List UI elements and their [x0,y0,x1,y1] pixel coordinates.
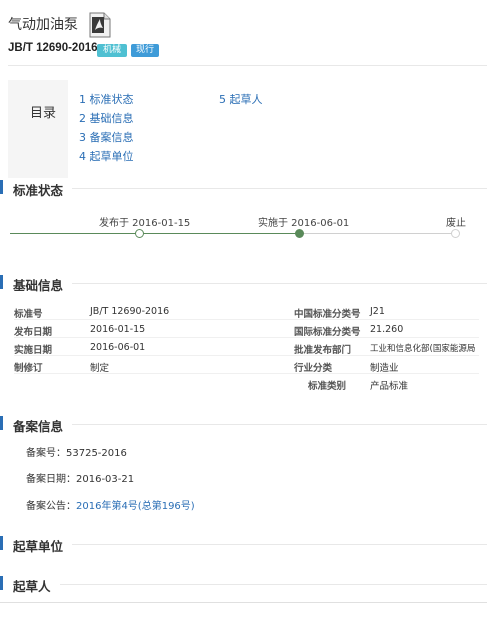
section-divider [72,188,487,189]
header-divider [8,65,487,66]
info-value: 制造业 [370,363,399,374]
table-row: 发布日期 2016-01-15 国际标准分类号 21.260 [14,320,479,338]
record-notice: 备案公告：2016年第4号(总第196号) [26,497,195,512]
info-key: 中国标准分类号 [294,309,361,320]
timeline-remaining [300,233,456,234]
info-value: 2016-06-01 [90,342,146,353]
section-title-basic: 基础信息 [13,278,64,293]
toc-label-box: 目录 [8,80,68,178]
info-value: 工业和信息化部(国家能源局 [370,344,476,354]
record-notice-label: 备案公告： [26,501,76,512]
record-number: 备案号：53725-2016 [26,444,127,459]
toc-item-drafters[interactable]: 5 起草人 [219,91,263,107]
info-key: 制修订 [14,363,43,374]
info-value: 21.260 [370,324,404,335]
info-value: 2016-01-15 [90,324,146,335]
section-title-drafters: 起草人 [13,579,51,594]
table-of-contents: 目录 1 标准状态 2 基础信息 3 备案信息 4 起草单位 5 起草人 [8,80,487,178]
info-key: 批准发布部门 [294,345,352,356]
record-number-value: 53725-2016 [66,448,127,459]
record-date-label: 备案日期： [26,474,76,485]
page-title: 气动加油泵 [8,17,78,33]
category-badge: 机械 [97,44,127,57]
info-key: 实施日期 [14,345,53,356]
info-key: 标准类别 [308,381,347,392]
info-value: 制定 [90,363,110,374]
standard-number: JB/T 12690-2016 [8,42,98,54]
info-key: 国际标准分类号 [294,327,361,338]
section-divider [72,424,487,425]
record-date-value: 2016-03-21 [76,474,135,485]
section-divider [72,283,487,284]
timeline-implemented-dot [295,229,304,238]
record-number-label: 备案号： [26,448,66,459]
section-title-drafting-unit: 起草单位 [13,539,64,554]
timeline-published-label: 发布于 2016-01-15 [99,218,191,229]
table-row: 标准号 JB/T 12690-2016 中国标准分类号 J21 [14,302,479,320]
section-title-status: 标准状态 [13,183,64,198]
timeline-implemented-label: 实施于 2016-06-01 [258,218,350,229]
section-divider [60,584,487,585]
footer-divider [0,602,487,603]
table-row: 标准类别 产品标准 [14,374,479,392]
timeline-abolished-dot [451,229,460,238]
toc-item-basic[interactable]: 2 基础信息 [79,110,134,126]
info-value: JB/T 12690-2016 [90,306,170,317]
info-value: J21 [370,306,385,317]
timeline-abolished-label: 废止 [446,218,466,229]
record-notice-link[interactable]: 2016年第4号(总第196号) [76,501,195,512]
toc-item-status[interactable]: 1 标准状态 [79,91,134,107]
toc-item-drafting-unit[interactable]: 4 起草单位 [79,148,134,164]
info-value: 产品标准 [370,381,409,392]
info-key: 行业分类 [294,363,333,374]
record-date: 备案日期：2016-03-21 [26,470,134,485]
section-title-record: 备案信息 [13,419,64,434]
toc-item-record[interactable]: 3 备案信息 [79,129,134,145]
table-row: 制修订 制定 行业分类 制造业 [14,356,479,374]
timeline-progress [10,233,300,234]
table-row: 实施日期 2016-06-01 批准发布部门 工业和信息化部(国家能源局 [14,338,479,356]
timeline-published-dot [135,229,144,238]
pdf-file-icon[interactable] [89,12,111,38]
section-divider [72,544,487,545]
status-badge: 现行 [131,44,159,57]
info-key: 发布日期 [14,327,53,338]
toc-label: 目录 [30,106,57,121]
info-key: 标准号 [14,309,43,320]
